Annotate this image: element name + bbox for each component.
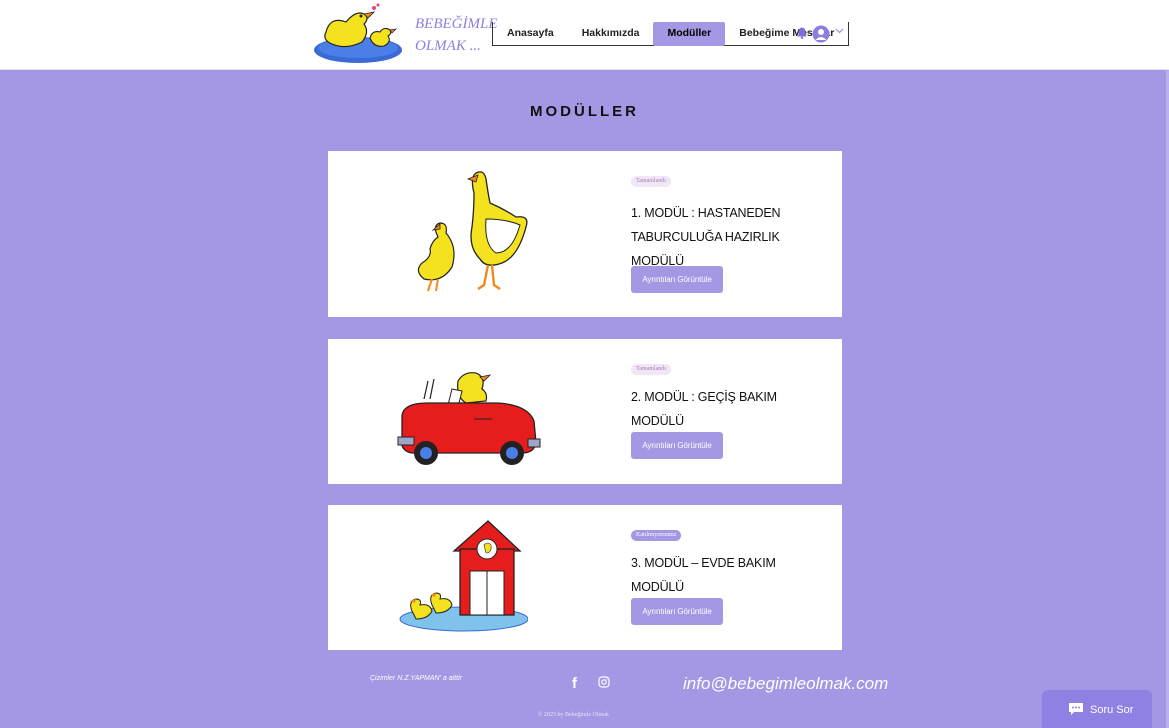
module-1-illustration xyxy=(417,171,528,292)
contact-email[interactable]: info@bebegimleolmak.com xyxy=(683,674,888,694)
module-1-title[interactable]: 1. MODÜL : HASTANEDEN TABURCULUĞA HAZIRL… xyxy=(631,201,831,273)
nav-moduller[interactable]: Modüller xyxy=(653,22,726,46)
user-avatar-icon[interactable] xyxy=(812,25,830,43)
module-2-illustration xyxy=(397,372,541,465)
module-3-title[interactable]: 3. MODÜL – EVDE BAKIM MODÜLÜ xyxy=(631,551,831,599)
module-card-1[interactable]: Tamamlandı 1. MODÜL : HASTANEDEN TABURCU… xyxy=(328,151,842,317)
chat-button-label: Soru Sor xyxy=(1090,704,1134,716)
bell-icon[interactable] xyxy=(797,27,807,39)
module-card-2[interactable]: Tamamlandı 2. MODÜL : GEÇİŞ BAKIM MODÜLÜ… xyxy=(328,339,842,484)
module-2-status-badge: Tamamlandı xyxy=(631,364,671,375)
module-2-details-button[interactable]: Ayrıntıları Görüntüle xyxy=(631,432,723,459)
main-nav: Anasayfa Hakkımızda Modüller Bebeğime Me… xyxy=(492,22,850,46)
site-logo-text[interactable]: BEBEĞİMLE OLMAK ... xyxy=(415,13,497,57)
nav-hakkimizda[interactable]: Hakkımızda xyxy=(568,22,654,46)
logo-line-1: BEBEĞİMLE xyxy=(415,16,498,32)
illustration-credit: Çizimler N.Z.YAPMAN' a aittir xyxy=(370,675,462,682)
page-title: MODÜLLER xyxy=(530,103,639,120)
chat-bubble-icon xyxy=(1069,703,1083,715)
module-3-details-button[interactable]: Ayrıntıları Görüntüle xyxy=(631,598,723,625)
chevron-down-icon[interactable] xyxy=(835,28,844,34)
module-1-status-badge: Tamamlandı xyxy=(631,176,671,187)
module-3-illustration xyxy=(399,520,528,632)
nav-anasayfa[interactable]: Anasayfa xyxy=(493,22,568,46)
module-2-title[interactable]: 2. MODÜL : GEÇİŞ BAKIM MODÜLÜ xyxy=(631,385,831,433)
instagram-icon[interactable] xyxy=(598,676,610,688)
module-card-3[interactable]: Katılmıyorsunuz 3. MODÜL – EVDE BAKIM MO… xyxy=(328,505,842,650)
ask-question-chat-button[interactable]: Soru Sor xyxy=(1042,690,1152,728)
facebook-icon[interactable]: f xyxy=(572,676,577,691)
copyright-text: © 2023 by Bebeğimle Olmak xyxy=(538,712,609,718)
site-header: BEBEĞİMLE OLMAK ... Anasayfa Hakkımızda … xyxy=(0,0,1169,70)
duck-logo[interactable] xyxy=(312,2,404,66)
logo-line-2: OLMAK ... xyxy=(415,38,481,54)
module-1-details-button[interactable]: Ayrıntıları Görüntüle xyxy=(631,266,723,293)
module-3-status-badge: Katılmıyorsunuz xyxy=(631,530,682,541)
